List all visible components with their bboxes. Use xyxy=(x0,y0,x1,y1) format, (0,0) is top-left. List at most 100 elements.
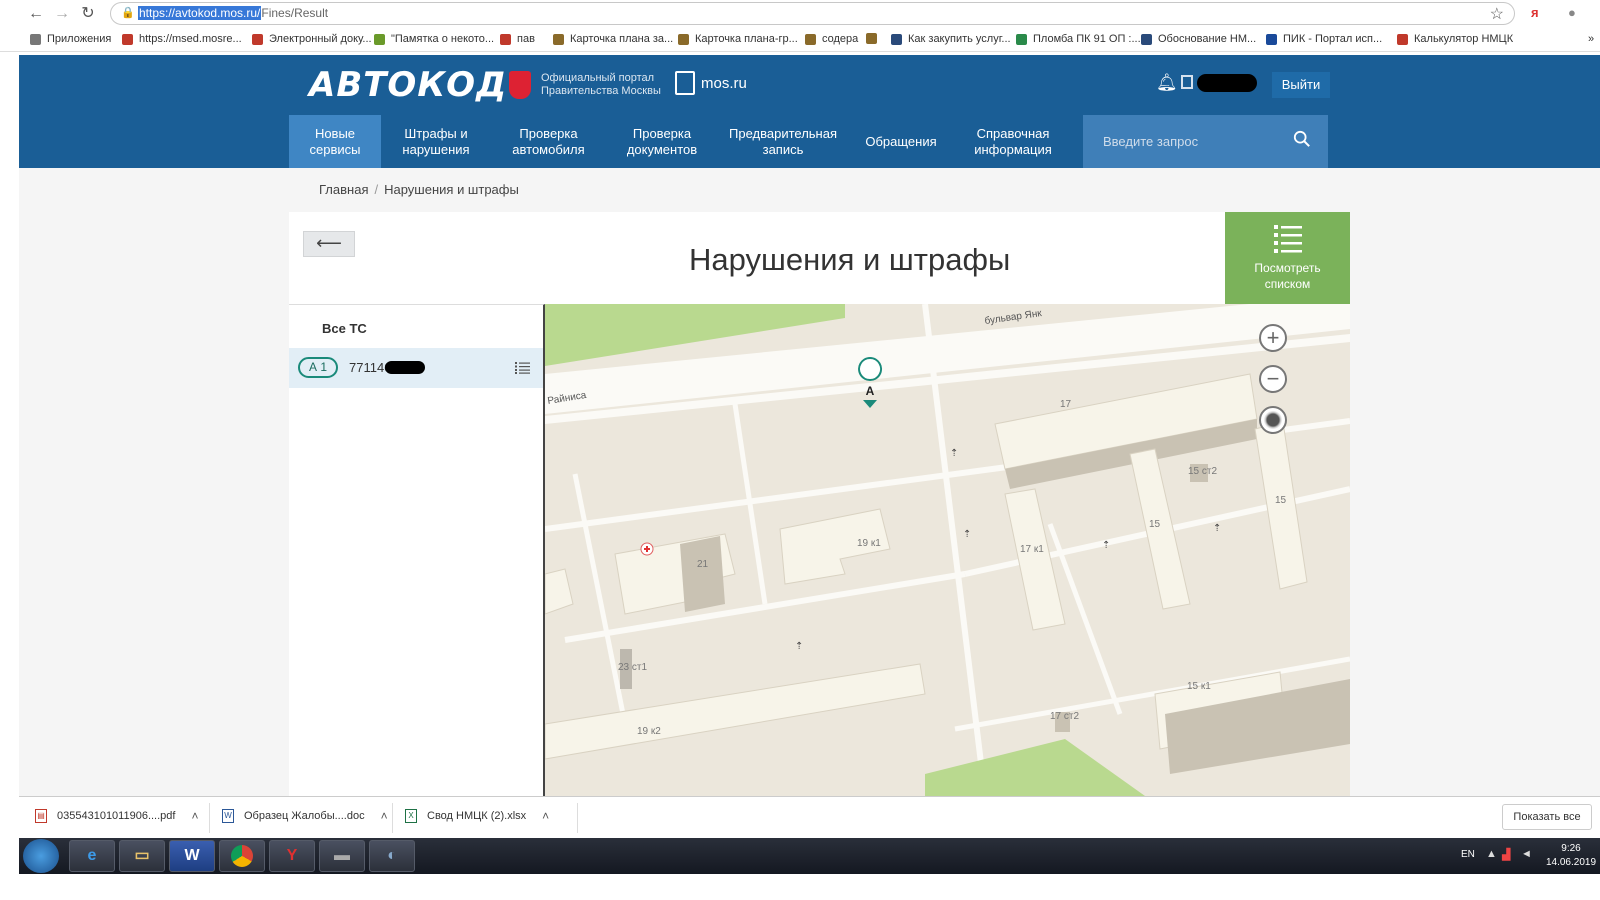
house-label: 21 xyxy=(697,559,709,570)
yandex-extension-icon[interactable]: я xyxy=(1531,5,1539,20)
menu-item-fines[interactable]: Штрафы и нарушения xyxy=(381,115,491,168)
chevron-up-icon[interactable]: ˄ xyxy=(381,809,388,823)
bookmark-item[interactable]: Карточка плана за... xyxy=(553,33,673,45)
bookmark-item[interactable]: Калькулятор НМЦК xyxy=(1397,33,1513,45)
profile-icon[interactable]: ● xyxy=(1568,5,1576,20)
bookmark-favicon-icon xyxy=(1016,33,1027,45)
page-title: Нарушения и штрафы xyxy=(689,242,1011,277)
logout-button[interactable]: Выйти xyxy=(1272,72,1330,98)
house-label: 17 xyxy=(1060,399,1072,410)
house-label: 15 xyxy=(1149,519,1161,530)
breadcrumb-current: Нарушения и штрафы xyxy=(384,182,519,197)
breadcrumb-home[interactable]: Главная xyxy=(319,182,368,197)
address-row: ← → ↻ 🔒 https://avtokod.mos.ru/Fines/Res… xyxy=(0,0,1600,27)
word-icon[interactable]: W xyxy=(169,840,215,872)
map[interactable]: бульвар Янк Райниса 17 21 19 к1 15 ст2 1… xyxy=(545,304,1350,796)
menu-item-reference[interactable]: Справочная информация xyxy=(954,115,1072,168)
moscow-emblem-icon xyxy=(509,71,531,99)
menu-item-car-check[interactable]: Проверка автомобиля xyxy=(491,115,606,168)
bookmark-favicon-icon xyxy=(553,33,564,45)
tray-arrow-icon[interactable]: ▲ xyxy=(1486,848,1497,860)
ie-icon[interactable]: e xyxy=(69,840,115,872)
chrome-icon[interactable] xyxy=(219,840,265,872)
network-icon[interactable]: ▟ xyxy=(1502,848,1510,861)
download-item[interactable]: X Свод НМЦК (2).xlsx ˄ xyxy=(405,809,549,823)
bookmark-favicon-icon xyxy=(805,33,816,45)
back-arrow-icon[interactable]: ← xyxy=(26,4,46,24)
bookmark-item[interactable]: Пломба ПК 91 ОП :... xyxy=(1016,33,1141,45)
bookmarks-bar: Приложения https://msed.mosre... Электронн… xyxy=(0,28,1600,52)
entrance-icon: ⇡ xyxy=(1213,523,1221,534)
bookmark-favicon-icon xyxy=(374,33,385,45)
bookmark-favicon-icon xyxy=(891,33,902,45)
bookmark-item[interactable]: Обоснование НМ... xyxy=(1141,33,1256,45)
browser-chrome: ← → ↻ 🔒 https://avtokod.mos.ru/Fines/Res… xyxy=(0,0,1600,55)
menu-item-appointment[interactable]: Предварительная запись xyxy=(718,115,848,168)
house-label: 19 к2 xyxy=(637,726,661,737)
back-button[interactable]: ⟵ xyxy=(303,231,355,257)
page: АВТОКОД Официальный портал Правительства… xyxy=(19,55,1600,796)
clock[interactable]: 9:26 14.06.2019 xyxy=(1543,842,1599,870)
menu-item-new-services[interactable]: Новые сервисы xyxy=(289,115,381,168)
language-indicator[interactable]: EN xyxy=(1461,849,1475,860)
zoom-in-button[interactable]: + xyxy=(1259,324,1287,352)
download-item[interactable]: ▤ 035543101011906....pdf ˄ xyxy=(35,809,198,823)
bookmark-item[interactable]: пав xyxy=(500,33,535,45)
bookmark-item[interactable]: https://msed.mosre... xyxy=(122,33,242,45)
house-label: 19 к1 xyxy=(857,538,881,549)
yandex-browser-icon[interactable]: Y xyxy=(269,840,315,872)
chevron-up-icon[interactable]: ˄ xyxy=(191,809,198,823)
bookmark-item[interactable]: содера xyxy=(805,33,858,45)
mosru-link[interactable]: mos.ru xyxy=(675,71,747,95)
start-button[interactable] xyxy=(23,839,59,873)
bookmark-item[interactable]: Приложения xyxy=(30,33,111,45)
bookmark-item[interactable]: Как закупить услуг... xyxy=(891,33,1011,45)
reload-icon[interactable]: ↻ xyxy=(78,4,98,24)
bookmark-item[interactable]: "Памятка о некото... xyxy=(374,33,494,45)
bookmark-item[interactable]: ПИК - Портал исп... xyxy=(1266,33,1382,45)
entrance-icon: ⇡ xyxy=(950,448,958,459)
paint-icon[interactable]: ◐ xyxy=(369,840,415,872)
avtokod-logo[interactable]: АВТОКОД xyxy=(309,65,507,105)
app-icon[interactable]: ▬ xyxy=(319,840,365,872)
show-all-button[interactable]: Показать все xyxy=(1502,804,1592,830)
house-label: 15 xyxy=(1275,495,1287,506)
bookmark-favicon-icon xyxy=(1266,33,1277,45)
house-label: 23 ст1 xyxy=(618,662,647,673)
vehicle-row[interactable]: А 1 771146 xyxy=(289,348,543,388)
all-vehicles-header[interactable]: Все ТС xyxy=(322,321,367,336)
breadcrumb: Главная / Нарушения и штрафы xyxy=(319,182,519,197)
house-label: 17 к1 xyxy=(1020,544,1044,555)
list-icon[interactable] xyxy=(515,362,530,374)
menu-item-doc-check[interactable]: Проверка документов xyxy=(606,115,718,168)
building-shadow xyxy=(680,536,725,612)
url-text[interactable]: https://avtokod.mos.ru/Fines/Result xyxy=(138,6,328,20)
volume-icon[interactable]: ◄ xyxy=(1521,848,1532,860)
user-name-redacted xyxy=(1197,74,1257,92)
download-item[interactable]: W Образец Жалобы....doc ˄ xyxy=(222,809,388,823)
bookmark-favicon-icon xyxy=(252,33,263,45)
house-label: 15 к1 xyxy=(1187,681,1211,692)
search-input[interactable] xyxy=(1103,129,1283,153)
site-header: АВТОКОД Официальный портал Правительства… xyxy=(19,55,1600,115)
chevron-up-icon[interactable]: ˄ xyxy=(542,809,549,823)
more-bookmarks-icon[interactable]: » xyxy=(1588,33,1594,45)
divider xyxy=(577,803,578,833)
zoom-out-button[interactable]: − xyxy=(1259,365,1287,393)
bookmark-item[interactable]: Карточка плана-гр... xyxy=(678,33,798,45)
star-icon[interactable]: ☆ xyxy=(1490,4,1504,24)
marker-label: А xyxy=(866,384,875,398)
bookmark-item[interactable]: Электронный доку... xyxy=(252,33,372,45)
house-label: 17 ст2 xyxy=(1050,711,1079,722)
site-search xyxy=(1083,115,1328,168)
bookmark-favicon-icon xyxy=(866,33,877,44)
folder-icon[interactable]: ▭ xyxy=(119,840,165,872)
address-bar[interactable]: 🔒 https://avtokod.mos.ru/Fines/Result ☆ xyxy=(110,2,1515,25)
search-icon[interactable] xyxy=(1293,130,1311,148)
bell-icon[interactable]: 🔔︎ xyxy=(1156,73,1178,93)
bookmark-item[interactable] xyxy=(866,33,883,44)
forward-arrow-icon[interactable]: → xyxy=(52,4,72,24)
locate-icon[interactable] xyxy=(1259,406,1287,434)
view-list-button[interactable]: Посмотреть списком xyxy=(1225,212,1350,304)
menu-item-appeals[interactable]: Обращения xyxy=(848,115,954,168)
